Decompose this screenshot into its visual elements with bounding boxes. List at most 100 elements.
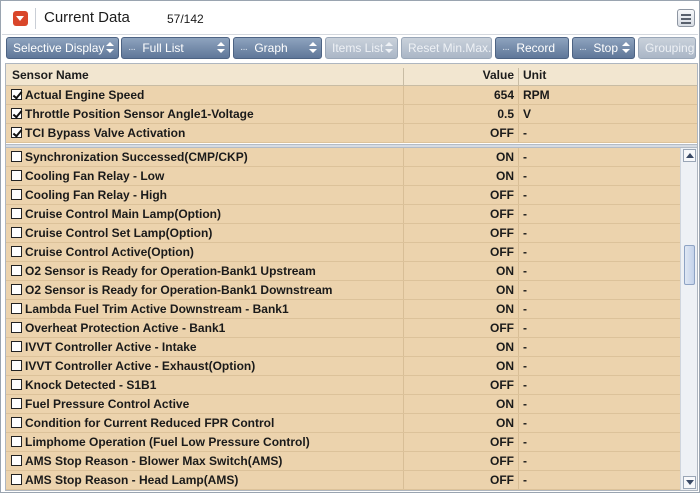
column-divider: [518, 205, 519, 223]
sensor-name: Cruise Control Set Lamp(Option): [25, 226, 213, 240]
table-row[interactable]: AMS Stop Reason - Blower Max Switch(AMS)…: [6, 452, 680, 471]
row-checkbox[interactable]: [11, 127, 22, 138]
sensor-unit: -: [523, 126, 527, 140]
scroll-up-icon[interactable]: [683, 149, 696, 162]
items-list-label: Items List: [332, 41, 384, 55]
row-checkbox[interactable]: [11, 417, 22, 428]
row-checkbox[interactable]: [11, 474, 22, 485]
sensor-value: OFF: [490, 321, 514, 335]
column-divider: [518, 262, 519, 280]
row-checkbox[interactable]: [11, 303, 22, 314]
table-row[interactable]: Overheat Protection Active - Bank1 OFF -: [6, 319, 680, 338]
column-header-value[interactable]: Value: [404, 68, 514, 82]
row-checkbox[interactable]: [11, 108, 22, 119]
items-list-button[interactable]: Items List: [325, 37, 398, 59]
table-row[interactable]: Lambda Fuel Trim Active Downstream - Ban…: [6, 300, 680, 319]
table-row[interactable]: Fuel Pressure Control Active ON -: [6, 395, 680, 414]
sensor-name: Cooling Fan Relay - Low: [25, 169, 165, 183]
table-row[interactable]: Cruise Control Set Lamp(Option) OFF -: [6, 224, 680, 243]
table-row[interactable]: Knock Detected - S1B1 OFF -: [6, 376, 680, 395]
table-row[interactable]: Cooling Fan Relay - High OFF -: [6, 186, 680, 205]
scroll-thumb[interactable]: [684, 245, 695, 285]
row-checkbox[interactable]: [11, 360, 22, 371]
selective-display-button[interactable]: Selective Display: [6, 37, 119, 59]
column-header-name[interactable]: Sensor Name: [12, 68, 89, 82]
sensor-name: Synchronization Successed(CMP/CKP): [25, 150, 248, 164]
sensor-unit: RPM: [523, 88, 550, 102]
sensor-unit: -: [523, 378, 527, 392]
reset-min-max-button[interactable]: Reset Min.Max.: [401, 37, 492, 59]
table-row[interactable]: Cruise Control Main Lamp(Option) OFF -: [6, 205, 680, 224]
full-list-button[interactable]: ··· Full List: [121, 37, 230, 59]
row-checkbox[interactable]: [11, 436, 22, 447]
column-divider: [518, 395, 519, 413]
dots-icon: ···: [128, 44, 136, 55]
record-button[interactable]: ··· Record: [495, 37, 569, 59]
row-checkbox[interactable]: [11, 170, 22, 181]
column-header-unit[interactable]: Unit: [523, 68, 546, 82]
menu-icon[interactable]: [677, 9, 695, 27]
column-divider: [518, 433, 519, 451]
row-checkbox[interactable]: [11, 284, 22, 295]
sensor-name: O2 Sensor is Ready for Operation-Bank1 U…: [25, 264, 316, 278]
column-divider: [518, 224, 519, 242]
sensor-value: ON: [496, 416, 514, 430]
graph-button[interactable]: ··· Graph: [233, 37, 322, 59]
table-row[interactable]: Limphome Operation (Fuel Low Pressure Co…: [6, 433, 680, 452]
sensor-name: Overheat Protection Active - Bank1: [25, 321, 226, 335]
sensor-value: OFF: [490, 188, 514, 202]
sensor-unit: -: [523, 245, 527, 259]
title-bar: Current Data 57/142: [2, 2, 698, 35]
collapse-icon[interactable]: [13, 11, 28, 26]
stop-button[interactable]: ··· Stop: [572, 37, 635, 59]
spinner-icon: [622, 40, 630, 56]
column-divider: [518, 414, 519, 432]
row-checkbox[interactable]: [11, 455, 22, 466]
table-row[interactable]: O2 Sensor is Ready for Operation-Bank1 D…: [6, 281, 680, 300]
row-checkbox[interactable]: [11, 227, 22, 238]
row-checkbox[interactable]: [11, 265, 22, 276]
scroll-down-icon[interactable]: [683, 476, 696, 489]
sensor-unit: -: [523, 321, 527, 335]
sensor-value: ON: [496, 359, 514, 373]
table-row[interactable]: Condition for Current Reduced FPR Contro…: [6, 414, 680, 433]
sensor-value: OFF: [490, 378, 514, 392]
row-checkbox[interactable]: [11, 322, 22, 333]
grouping-button[interactable]: Grouping: [638, 37, 696, 59]
page-title: Current Data: [44, 9, 130, 26]
column-divider: [518, 357, 519, 375]
column-divider: [518, 167, 519, 185]
row-checkbox[interactable]: [11, 379, 22, 390]
table-row[interactable]: IVVT Controller Active - Exhaust(Option)…: [6, 357, 680, 376]
row-checkbox[interactable]: [11, 89, 22, 100]
table-row[interactable]: Throttle Position Sensor Angle1-Voltage 0…: [6, 105, 697, 124]
graph-label: Graph: [254, 41, 288, 55]
sensor-value: OFF: [490, 226, 514, 240]
sensor-name: Knock Detected - S1B1: [25, 378, 157, 392]
table-row[interactable]: TCI Bypass Valve Activation OFF -: [6, 124, 697, 143]
column-divider: [518, 243, 519, 261]
row-checkbox[interactable]: [11, 341, 22, 352]
sensor-name: Lambda Fuel Trim Active Downstream - Ban…: [25, 302, 289, 316]
table-row[interactable]: Cruise Control Active(Option) OFF -: [6, 243, 680, 262]
sensor-unit: -: [523, 283, 527, 297]
table-row[interactable]: Actual Engine Speed 654 RPM: [6, 86, 697, 105]
table-row[interactable]: O2 Sensor is Ready for Operation-Bank1 U…: [6, 262, 680, 281]
table-row[interactable]: Synchronization Successed(CMP/CKP) ON -: [6, 148, 680, 167]
sensor-unit: -: [523, 454, 527, 468]
vertical-scrollbar[interactable]: [680, 148, 697, 490]
table-row[interactable]: IVVT Controller Active - Intake ON -: [6, 338, 680, 357]
row-checkbox[interactable]: [11, 151, 22, 162]
sensor-unit: V: [523, 107, 532, 121]
table-row[interactable]: Cooling Fan Relay - Low ON -: [6, 167, 680, 186]
selective-display-label: Selective Display: [13, 41, 105, 55]
row-checkbox[interactable]: [11, 246, 22, 257]
spinner-icon: [106, 40, 114, 56]
row-checkbox[interactable]: [11, 398, 22, 409]
sensor-unit: -: [523, 169, 527, 183]
sensor-unit: -: [523, 207, 527, 221]
sensor-unit: -: [523, 473, 527, 487]
table-row[interactable]: AMS Stop Reason - Head Lamp(AMS) OFF -: [6, 471, 680, 490]
row-checkbox[interactable]: [11, 208, 22, 219]
row-checkbox[interactable]: [11, 189, 22, 200]
